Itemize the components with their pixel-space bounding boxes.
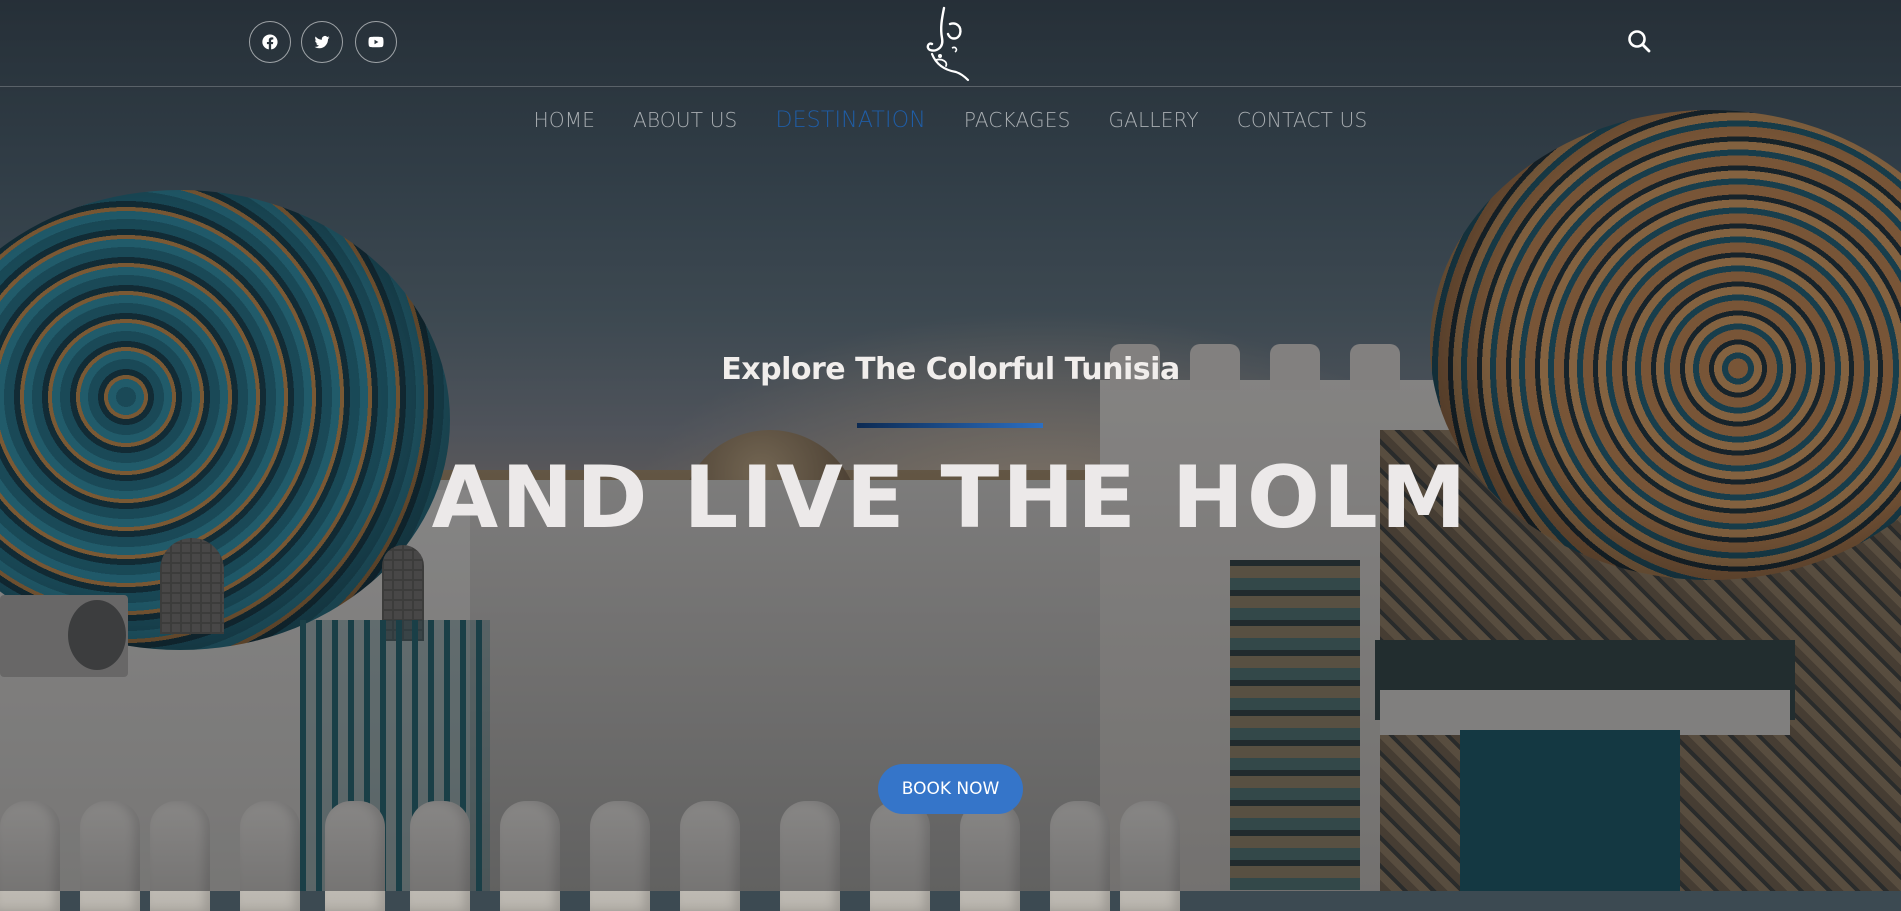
twitter-icon <box>314 35 330 49</box>
nav-item-contact-us: CONTACT US <box>1237 108 1368 133</box>
hero-headline: AND LIVE THE HOLM <box>431 448 1470 548</box>
nav-link-contact-us[interactable]: CONTACT US <box>1237 108 1368 132</box>
facebook-link[interactable] <box>249 21 291 63</box>
book-now-button[interactable]: BOOK NOW <box>878 764 1023 814</box>
nav-item-destination: DESTINATION <box>775 108 925 133</box>
calligraphy-logo <box>926 6 970 82</box>
hero-divider <box>857 423 1043 428</box>
nav-link-gallery[interactable]: GALLERY <box>1108 108 1198 132</box>
main-navigation: HOME ABOUT US DESTINATION PACKAGES GALLE… <box>0 108 1901 133</box>
twitter-link[interactable] <box>301 21 343 63</box>
hero-background <box>0 0 1901 911</box>
search-icon[interactable] <box>1626 28 1652 54</box>
nav-link-about-us[interactable]: ABOUT US <box>633 108 737 132</box>
youtube-link[interactable] <box>355 21 397 63</box>
site-header <box>0 0 1901 87</box>
youtube-icon <box>368 36 384 48</box>
nav-item-packages: PACKAGES <box>964 108 1071 133</box>
nav-link-destination[interactable]: DESTINATION <box>775 108 925 133</box>
nav-link-packages[interactable]: PACKAGES <box>964 108 1071 132</box>
nav-item-home: HOME <box>534 108 595 133</box>
facebook-icon <box>262 34 278 50</box>
nav-link-home[interactable]: HOME <box>534 108 595 132</box>
dark-overlay <box>0 0 1901 891</box>
nav-item-gallery: GALLERY <box>1108 108 1198 133</box>
nav-item-about-us: ABOUT US <box>633 108 737 133</box>
hero-subtitle: Explore The Colorful Tunisia <box>721 352 1180 387</box>
